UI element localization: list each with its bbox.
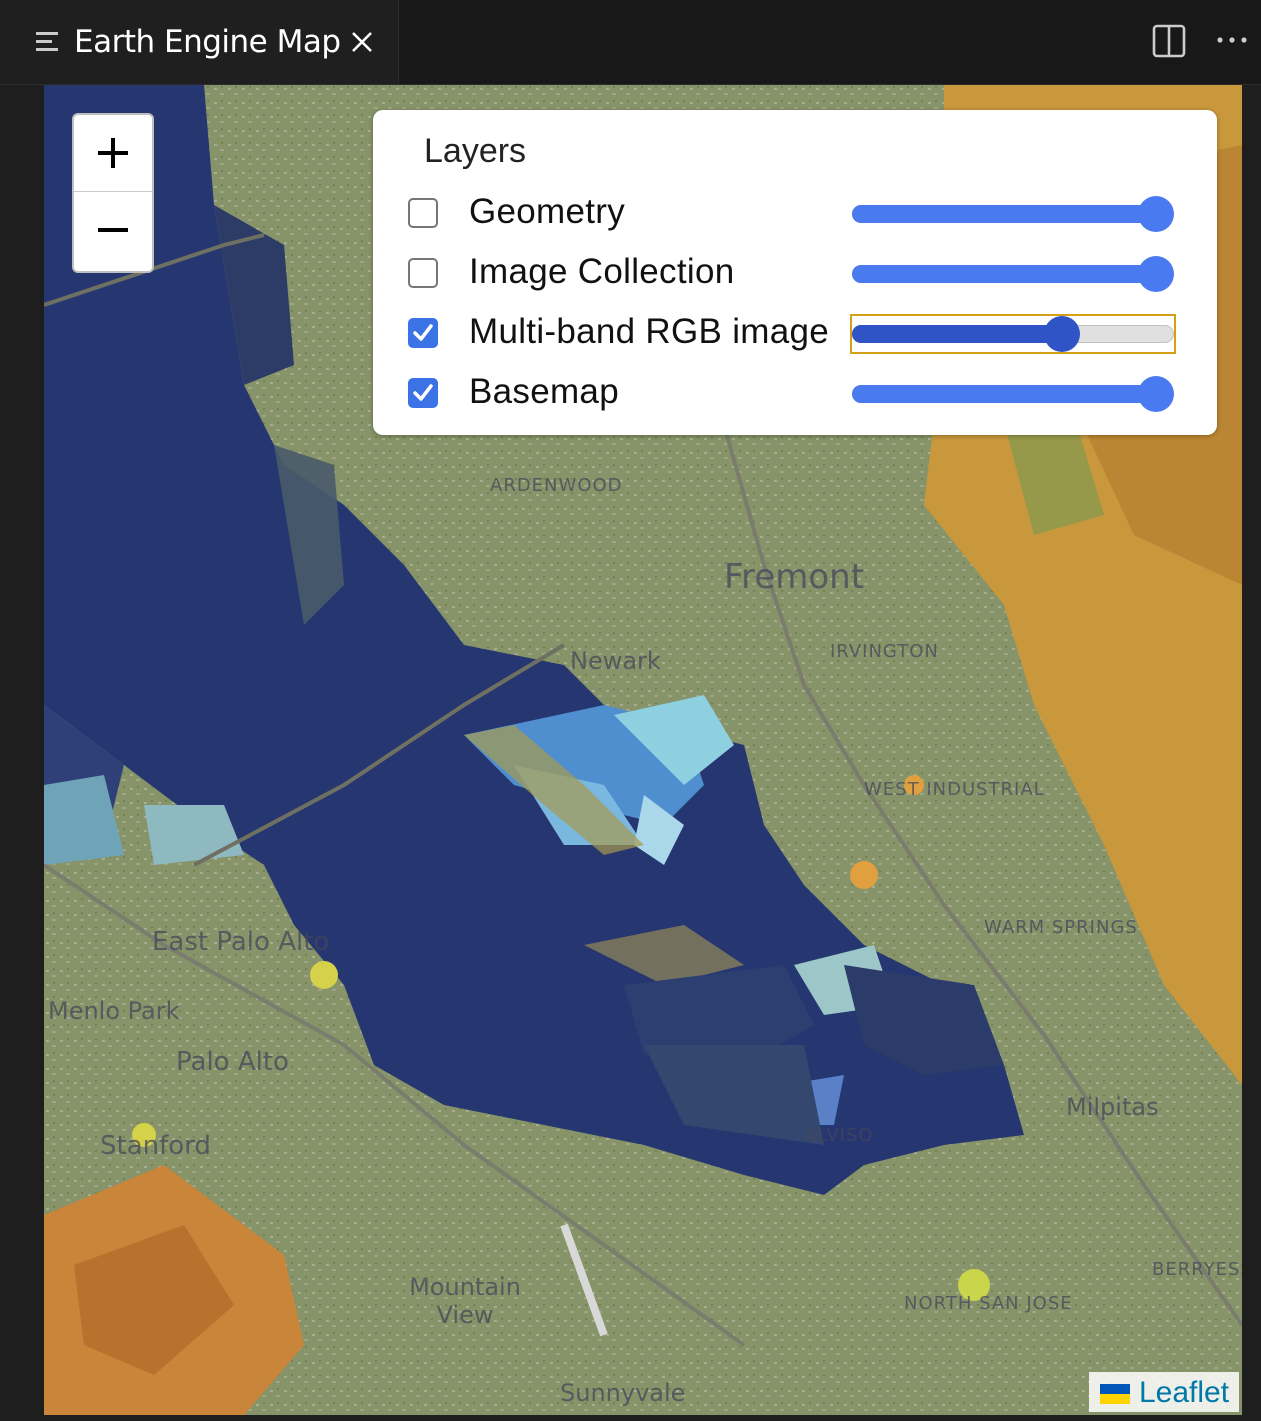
ukraine-flag-icon bbox=[1100, 1384, 1130, 1404]
layer-checkbox[interactable] bbox=[408, 318, 438, 348]
layers-panel: Layers Geometry Image Collection Multi-ban… bbox=[373, 110, 1217, 435]
layer-opacity-slider[interactable] bbox=[850, 314, 1176, 354]
slider-fill bbox=[852, 325, 1062, 343]
place-label: ALVISO bbox=[804, 1125, 874, 1146]
layer-checkbox[interactable] bbox=[408, 378, 438, 408]
slider-thumb[interactable] bbox=[1043, 316, 1080, 352]
slider-thumb[interactable] bbox=[1138, 196, 1174, 232]
layer-row: Geometry bbox=[373, 186, 1217, 242]
more-actions-icon[interactable] bbox=[1214, 30, 1250, 50]
place-label: Palo Alto bbox=[176, 1047, 289, 1077]
layers-title: Layers bbox=[424, 132, 527, 170]
slider-thumb[interactable] bbox=[1138, 256, 1174, 292]
place-label: WARM SPRINGS bbox=[984, 917, 1138, 938]
map-attribution: Leaflet bbox=[1089, 1372, 1239, 1412]
place-label: ARDENWOOD bbox=[490, 475, 623, 496]
layer-checkbox[interactable] bbox=[408, 258, 438, 288]
place-label: BERRYESSA bbox=[1152, 1259, 1242, 1280]
plus-icon bbox=[98, 138, 128, 168]
tab-earth-engine-map[interactable]: Earth Engine Map bbox=[0, 0, 399, 84]
place-label: Newark bbox=[570, 647, 661, 675]
place-label: Milpitas bbox=[1066, 1093, 1159, 1121]
layer-row: Basemap bbox=[373, 366, 1217, 422]
slider-fill bbox=[852, 205, 1156, 223]
layer-row: Multi-band RGB image bbox=[373, 306, 1217, 362]
layer-label: Image Collection bbox=[469, 252, 735, 291]
place-label: Sunnyvale bbox=[560, 1379, 686, 1407]
place-label: Stanford bbox=[100, 1131, 211, 1161]
close-icon[interactable] bbox=[350, 30, 374, 54]
place-label: WEST INDUSTRIAL bbox=[864, 779, 1045, 800]
zoom-out-button[interactable] bbox=[74, 192, 152, 268]
zoom-in-button[interactable] bbox=[74, 115, 152, 192]
split-editor-icon[interactable] bbox=[1152, 24, 1186, 58]
check-icon bbox=[413, 384, 433, 401]
minus-icon bbox=[98, 228, 128, 232]
leaflet-link[interactable]: Leaflet bbox=[1139, 1376, 1229, 1410]
place-label: Menlo Park bbox=[48, 997, 180, 1025]
slider-thumb[interactable] bbox=[1138, 376, 1174, 412]
place-label: East Palo Alto bbox=[152, 927, 330, 957]
check-icon bbox=[413, 324, 433, 341]
slider-fill bbox=[852, 265, 1156, 283]
zoom-control bbox=[72, 113, 154, 273]
tab-title: Earth Engine Map bbox=[74, 24, 341, 60]
layer-label: Geometry bbox=[469, 192, 626, 231]
layer-label: Basemap bbox=[469, 372, 619, 411]
place-label: Mountain View bbox=[409, 1273, 521, 1329]
place-label: NORTH SAN JOSE bbox=[904, 1293, 1073, 1314]
place-label: IRVINGTON bbox=[830, 641, 939, 662]
layer-opacity-slider[interactable] bbox=[852, 256, 1174, 292]
layer-opacity-slider[interactable] bbox=[852, 376, 1174, 412]
editor-tab-bar: Earth Engine Map bbox=[0, 0, 1261, 85]
lines-icon bbox=[36, 32, 60, 54]
layer-row: Image Collection bbox=[373, 246, 1217, 302]
layer-label: Multi-band RGB image bbox=[469, 312, 830, 351]
slider-fill bbox=[852, 385, 1156, 403]
layer-checkbox[interactable] bbox=[408, 198, 438, 228]
place-label: Fremont bbox=[724, 557, 865, 597]
layer-opacity-slider[interactable] bbox=[852, 196, 1174, 232]
